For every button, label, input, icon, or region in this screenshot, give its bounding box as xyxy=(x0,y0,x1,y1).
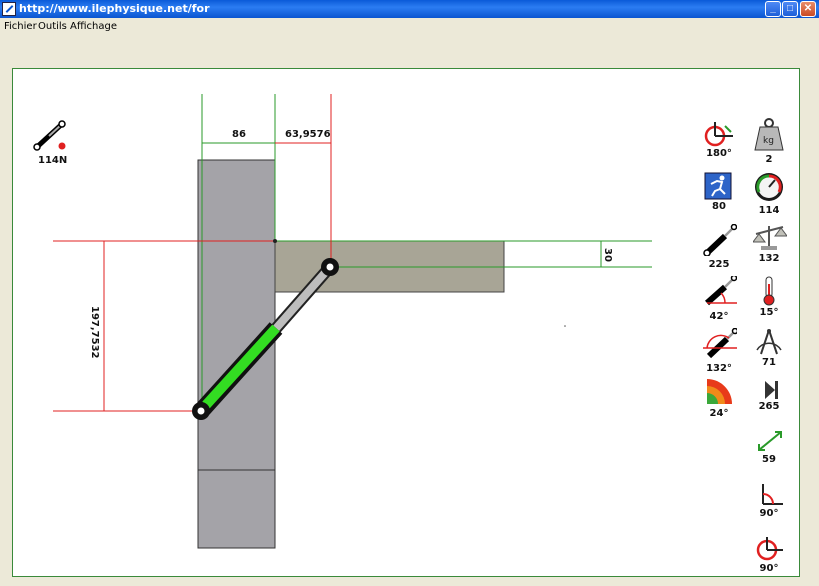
svg-text:kg: kg xyxy=(763,136,774,146)
force-dot xyxy=(58,142,66,150)
tool-cylinder-obtuse-angle[interactable]: 132° xyxy=(695,328,743,378)
tool-cylinder-length[interactable]: 225 xyxy=(695,224,743,274)
tool-thermometer-value: 15° xyxy=(759,307,779,318)
tool-step-forward[interactable]: 265 xyxy=(745,378,793,428)
tool-compass-value: 71 xyxy=(762,357,776,368)
rotation-angle-icon xyxy=(704,122,733,147)
tool-gauge[interactable]: 114 xyxy=(745,172,793,222)
balance-scale-icon xyxy=(753,226,787,250)
fan-sector-icon xyxy=(707,379,732,404)
tool-cylinder-obtuse-angle-value: 132° xyxy=(706,363,732,374)
right-angle-rotate-icon xyxy=(756,537,783,561)
tool-weight[interactable]: kg 2 xyxy=(745,118,793,168)
tool-gauge-value: 114 xyxy=(758,205,780,216)
tool-cylinder-angle[interactable]: 42° xyxy=(695,276,743,326)
tool-rotation[interactable]: 180° xyxy=(695,120,743,170)
beam-corner-point xyxy=(273,239,277,243)
cylinder-icon xyxy=(703,224,737,256)
dim-width-top-label: 86 xyxy=(232,129,246,140)
thermometer-icon xyxy=(763,276,775,306)
tool-fan-sector[interactable]: 24° xyxy=(695,378,743,428)
cylinder-angle-obtuse-icon xyxy=(703,328,737,359)
tool-fan-sector-value: 24° xyxy=(709,408,729,419)
double-arrow-icon xyxy=(758,431,782,451)
gauge-icon xyxy=(755,173,783,201)
compass-icon xyxy=(756,329,782,355)
tool-step-forward-value: 265 xyxy=(758,401,780,412)
top-pivot-hole xyxy=(326,263,334,271)
bottom-pivot-hole xyxy=(197,407,205,415)
tool-right-angle-rotate-value: 90° xyxy=(759,563,779,574)
tool-right-angle-rotate[interactable]: 90° xyxy=(745,536,793,586)
force-value: 114N xyxy=(38,155,67,166)
tool-cylinder-length-value: 225 xyxy=(708,259,730,270)
tool-runner-value: 80 xyxy=(712,201,726,212)
right-angle-icon xyxy=(762,484,783,505)
cylinder-angle-icon xyxy=(705,276,737,306)
tool-balance[interactable]: 132 xyxy=(745,222,793,272)
tool-double-arrow[interactable]: 59 xyxy=(745,428,793,478)
tool-right-angle-value: 90° xyxy=(759,508,779,519)
tool-cylinder-angle-value: 42° xyxy=(709,311,729,322)
tool-weight-value: 2 xyxy=(765,154,773,165)
tool-balance-value: 132 xyxy=(758,253,780,264)
stray-dot xyxy=(564,325,566,327)
dim-beam-height-label: 30 xyxy=(602,248,613,262)
tool-double-arrow-value: 59 xyxy=(762,454,776,465)
dim-offset-top-label: 63,9576 xyxy=(285,129,331,140)
tool-thermometer[interactable]: 15° xyxy=(745,276,793,326)
runner-icon xyxy=(704,172,732,200)
tool-runner[interactable]: 80 xyxy=(695,172,743,222)
application-window: http://www.ilephysique.net/for _ □ ✕ Fic… xyxy=(0,0,819,580)
tool-right-angle[interactable]: 90° xyxy=(745,482,793,532)
force-indicator[interactable]: 114N xyxy=(33,120,67,166)
dim-height-left-label: 197,7532 xyxy=(89,306,100,359)
step-forward-icon xyxy=(765,381,778,399)
tool-rotation-value: 180° xyxy=(706,148,732,159)
tool-compass[interactable]: 71 xyxy=(745,328,793,378)
weight-kg-icon: kg xyxy=(754,118,784,151)
